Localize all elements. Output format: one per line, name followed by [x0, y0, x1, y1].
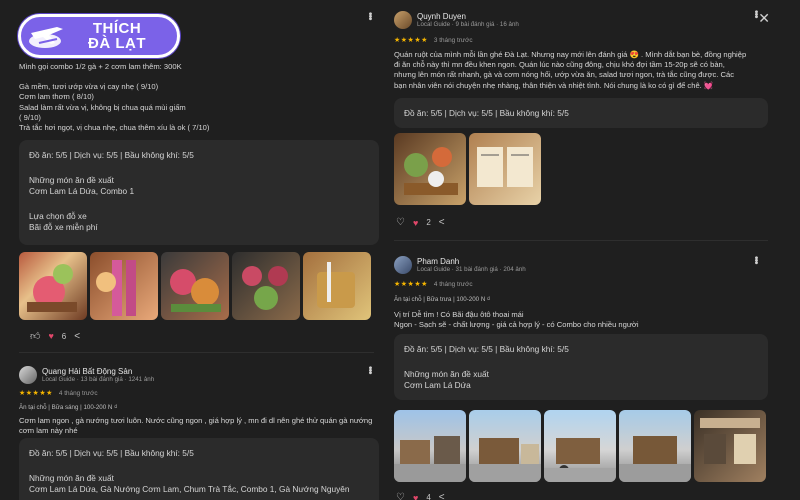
ratings-line: Đồ ăn: 5/5 | Dịch vụ: 5/5 | Bầu không kh… [29, 150, 194, 160]
brand-line2: ĐÀ LẠT [88, 35, 146, 52]
share-icon[interactable]: < [439, 217, 445, 228]
ratings-line: Đồ ăn: 5/5 | Dịch vụ: 5/5 | Bầu không kh… [404, 344, 569, 354]
avatar [19, 366, 37, 384]
review-actions: 👍︎ ♥ 6 < [30, 330, 80, 343]
review-attributes-box: Đồ ăn: 5/5 | Dịch vụ: 5/5 | Bầu không kh… [394, 98, 768, 128]
review-photo[interactable] [19, 252, 87, 320]
brand-line1: THÍCH [92, 20, 142, 37]
suggest-items: Cơm Lam Lá Dứa, Combo 1 [29, 186, 135, 196]
brand-logo: THÍCH ĐÀ LẠT [18, 14, 180, 58]
review-photo[interactable] [394, 133, 466, 205]
visit-tags: Ăn tại chỗ | Bữa trưa | 100-200 N ₫ [394, 296, 491, 303]
like-outline-icon[interactable]: 👍︎ [30, 330, 40, 342]
ratings-line: Đồ ăn: 5/5 | Dịch vụ: 5/5 | Bầu không kh… [404, 108, 569, 118]
reviewer-name: Pham Danh [417, 257, 460, 266]
more-vert-icon[interactable]: ••• [750, 256, 761, 264]
review-photo[interactable] [161, 252, 229, 320]
reviewer-meta: Local Guide · 9 bài đánh giá · 16 ảnh [417, 21, 519, 28]
review-attributes-box: Đồ ăn: 5/5 | Dịch vụ: 5/5 | Bầu không kh… [394, 334, 768, 400]
likes-count: 6 [61, 331, 67, 341]
more-vert-icon[interactable]: ••• [750, 10, 761, 18]
star-rating: ★★★★★ [394, 281, 428, 288]
review-photo[interactable] [694, 410, 766, 482]
heart-icon[interactable]: ♥ [413, 218, 418, 228]
reviewer-name: Quang Hải Bất Động Sản [42, 367, 133, 376]
heart-icon[interactable]: ♥ [413, 493, 418, 500]
star-rating: ★★★★★ [394, 37, 428, 44]
suggest-title: Những món ăn đề xuất [29, 473, 114, 483]
ratings-line: Đồ ăn: 5/5 | Dịch vụ: 5/5 | Bầu không kh… [29, 448, 194, 458]
reviewer-meta: Local Guide · 13 bài đánh giá · 1241 ảnh [42, 376, 155, 383]
review-photo[interactable] [469, 410, 541, 482]
review-text: Vị trí Dễ tìm ! Có Bãi đậu ôtô thoai mái… [394, 310, 639, 330]
review-attributes-box: Đồ ăn: 5/5 | Dịch vụ: 5/5 | Bầu không kh… [19, 438, 379, 500]
review-photo[interactable] [90, 252, 158, 320]
review-photo[interactable] [619, 410, 691, 482]
logo-plane-icon [29, 27, 63, 48]
suggest-items: Cơm Lam Lá Dứa [404, 380, 471, 390]
like-outline-icon[interactable]: ♡ [396, 217, 405, 228]
review-time: 4 tháng trước [433, 280, 473, 288]
reviewer[interactable]: Quang Hải Bất Động Sản Local Guide · 13 … [19, 366, 154, 384]
more-vert-icon[interactable]: ••• [364, 12, 375, 20]
share-icon[interactable]: < [74, 331, 80, 342]
likes-count: 4 [426, 493, 431, 500]
review-photo[interactable] [394, 410, 466, 482]
review-photo[interactable] [469, 133, 541, 205]
review-photo[interactable] [303, 252, 371, 320]
review-attributes-box: Đồ ăn: 5/5 | Dịch vụ: 5/5 | Bầu không kh… [19, 140, 379, 245]
reviewer-name: Quynh Duyen [417, 12, 466, 21]
divider [19, 352, 374, 353]
review-photo[interactable] [544, 410, 616, 482]
review-time: 3 tháng trước [433, 36, 473, 44]
reviewer[interactable]: Pham Danh Local Guide · 31 bài đánh giá … [394, 256, 526, 274]
review-photo[interactable] [232, 252, 300, 320]
heart-icon[interactable]: ♥ [48, 331, 53, 341]
divider [394, 240, 768, 241]
avatar [394, 256, 412, 274]
parking-title: Lựa chọn đỗ xe [29, 211, 87, 221]
likes-count: 2 [426, 218, 431, 227]
review-time: 4 tháng trước [58, 389, 98, 397]
more-vert-icon[interactable]: ••• [364, 366, 375, 374]
visit-tags: Ăn tại chỗ | Bữa sáng | 100-200 N ₫ [19, 404, 118, 411]
share-icon[interactable]: < [439, 492, 445, 500]
suggest-title: Những món ăn đề xuất [404, 369, 489, 379]
suggest-title: Những món ăn đề xuất [29, 175, 114, 185]
review-actions: ♡ ♥ 2 < [396, 217, 445, 228]
avatar [394, 11, 412, 29]
reviewer-meta: Local Guide · 31 bài đánh giá · 204 ảnh [417, 266, 526, 273]
review-text: Mình gọi combo 1/2 gà + 2 cơm lam thêm: … [19, 62, 210, 133]
review-text: Cơm lam ngon , gà nướng tươi luôn. Nước … [19, 416, 373, 436]
like-outline-icon[interactable]: ♡ [396, 492, 405, 500]
review-actions: ♡ ♥ 4 < [396, 492, 445, 500]
review-text: Quán ruột của mình mỗi lần ghé Đà Lạt. N… [394, 50, 747, 90]
suggest-items: Cơm Lam Lá Dứa, Gà Nướng Cơm Lam, Chum T… [29, 484, 350, 494]
reviewer[interactable]: Quynh Duyen Local Guide · 9 bài đánh giá… [394, 11, 519, 29]
parking-value: Bãi đỗ xe miễn phí [29, 222, 98, 232]
star-rating: ★★★★★ [19, 390, 53, 397]
